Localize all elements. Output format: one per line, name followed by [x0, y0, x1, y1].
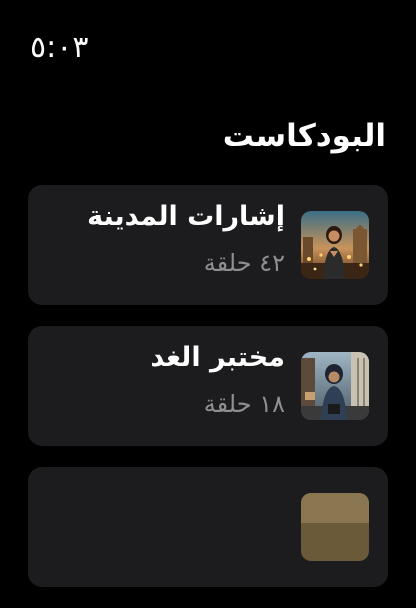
podcast-artwork	[301, 352, 369, 420]
status-time: ٥:٠٣	[30, 30, 89, 65]
podcast-episode-count: ١٨ حلقة	[203, 390, 285, 418]
podcast-artwork	[301, 493, 369, 561]
podcast-card[interactable]: إشارات المدينة ٤٢ حلقة	[28, 185, 388, 305]
podcast-card[interactable]: مختبر الغد ١٨ حلقة	[28, 326, 388, 446]
podcast-title: إشارات المدينة	[87, 201, 285, 232]
page-title: البودكاست	[222, 118, 386, 154]
podcast-title: مختبر الغد	[150, 342, 285, 373]
podcast-artwork	[301, 211, 369, 279]
podcast-card[interactable]	[28, 467, 388, 587]
podcast-list: إشارات المدينة ٤٢ حلقة مختبر الغد ١٨ حلق…	[28, 185, 388, 608]
podcast-episode-count: ٤٢ حلقة	[203, 249, 285, 277]
